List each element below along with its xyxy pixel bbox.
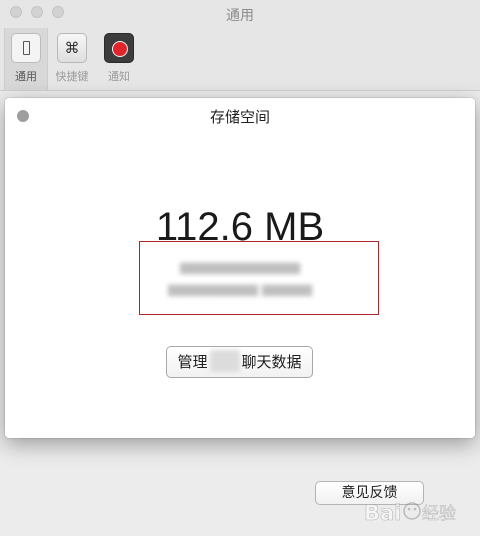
storage-size-value: 112.6 MB [155,205,325,249]
title-bar: 通用 [0,0,480,28]
tab-general-label: 通用 [15,70,37,83]
blurred-caption-line-1: ▆▆▆▆▆▆▆▆▆▆▆▆ [180,260,300,275]
notification-record-icon [104,33,134,63]
feedback-button[interactable]: 意见反馈 [315,481,424,505]
redacted-text [209,350,240,372]
sheet-title: 存储空间 [209,108,270,126]
manage-button-suffix: 聊天数据 [241,353,302,371]
general-switch-icon [11,33,41,63]
manage-button-prefix: 管理 [177,353,208,371]
command-key-icon: ⌘ [57,33,87,63]
tab-notifications[interactable]: 通知 [97,28,141,90]
manage-chat-data-button[interactable]: 管理 聊天数据 [166,346,313,378]
storage-sheet: 存储空间 112.6 MB ▆▆▆▆▆▆▆▆▆▆▆▆ ▆▆▆▆▆▆▆▆▆ ▆▆▆… [5,98,475,438]
tab-shortcuts[interactable]: ⌘ 快捷键 [50,28,94,90]
tab-notifications-label: 通知 [108,70,130,83]
tab-shortcuts-label: 快捷键 [55,70,89,83]
tab-general[interactable]: 通用 [4,28,48,90]
blurred-caption-line-2: ▆▆▆▆▆▆▆▆▆ ▆▆▆▆▆ [167,282,313,297]
window-title: 通用 [226,8,254,24]
preferences-toolbar: 通用 ⌘ 快捷键 通知 [0,28,480,91]
